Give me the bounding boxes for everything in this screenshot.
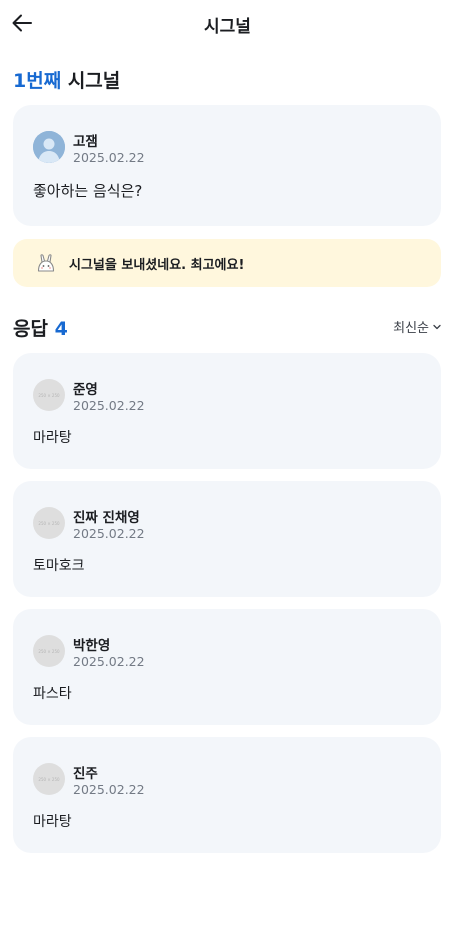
- answers-count: 4: [54, 318, 68, 340]
- signal-count-number: 1번째: [13, 70, 62, 92]
- answer-text: 마라탕: [33, 430, 72, 446]
- author-name: 고잼: [73, 134, 98, 150]
- answers-header: 응답 4 최신순: [13, 313, 441, 341]
- notice-text: 시그널을 보내셨네요. 최고에요!: [69, 258, 245, 273]
- page-title: 시그널: [204, 17, 251, 37]
- sent-notice-banner: 시그널을 보내셨네요. 최고에요!: [13, 239, 441, 287]
- chevron-down-icon: [433, 324, 441, 329]
- answer-text: 토마호크: [33, 558, 85, 574]
- default-profile-icon: [33, 131, 65, 163]
- answer-card[interactable]: 250 × 250 박한영 2025.02.22 파스타: [13, 609, 441, 725]
- sort-dropdown[interactable]: 최신순: [393, 317, 441, 336]
- answer-date: 2025.02.22: [73, 654, 145, 669]
- answer-author-name: 박한영: [73, 638, 111, 654]
- signal-count-title: 1번째 시그널: [13, 66, 120, 93]
- answers-label: 응답: [13, 318, 48, 340]
- avatar: 250 × 250: [33, 763, 65, 795]
- answer-card[interactable]: 250 × 250 준영 2025.02.22 마라탕: [13, 353, 441, 469]
- answer-author-name: 진주: [73, 766, 98, 782]
- post-date: 2025.02.22: [73, 150, 145, 165]
- answer-card[interactable]: 250 × 250 진주 2025.02.22 마라탕: [13, 737, 441, 853]
- avatar: [33, 131, 65, 163]
- answer-text: 마라탕: [33, 814, 72, 830]
- answer-author-name: 준영: [73, 382, 98, 398]
- avatar-placeholder-text: 250 × 250: [38, 776, 60, 782]
- signal-question-card: 고잼 2025.02.22 좋아하는 음식은?: [13, 105, 441, 226]
- answer-author-name: 진짜 진채영: [73, 510, 140, 526]
- answers-title: 응답 4: [13, 314, 68, 341]
- sort-label: 최신순: [393, 321, 429, 336]
- avatar: 250 × 250: [33, 507, 65, 539]
- answer-date: 2025.02.22: [73, 782, 145, 797]
- top-app-bar: 시그널: [0, 0, 455, 46]
- signal-count-suffix: 시그널: [67, 70, 121, 92]
- avatar-placeholder-text: 250 × 250: [38, 648, 60, 654]
- avatar: 250 × 250: [33, 379, 65, 411]
- rabbit-icon: [37, 254, 55, 272]
- avatar-placeholder-text: 250 × 250: [38, 392, 60, 398]
- answer-date: 2025.02.22: [73, 398, 145, 413]
- question-text: 좋아하는 음식은?: [33, 182, 143, 200]
- answer-date: 2025.02.22: [73, 526, 145, 541]
- answer-card[interactable]: 250 × 250 진짜 진채영 2025.02.22 토마호크: [13, 481, 441, 597]
- avatar-placeholder-text: 250 × 250: [38, 520, 60, 526]
- avatar: 250 × 250: [33, 635, 65, 667]
- answer-text: 파스타: [33, 686, 72, 702]
